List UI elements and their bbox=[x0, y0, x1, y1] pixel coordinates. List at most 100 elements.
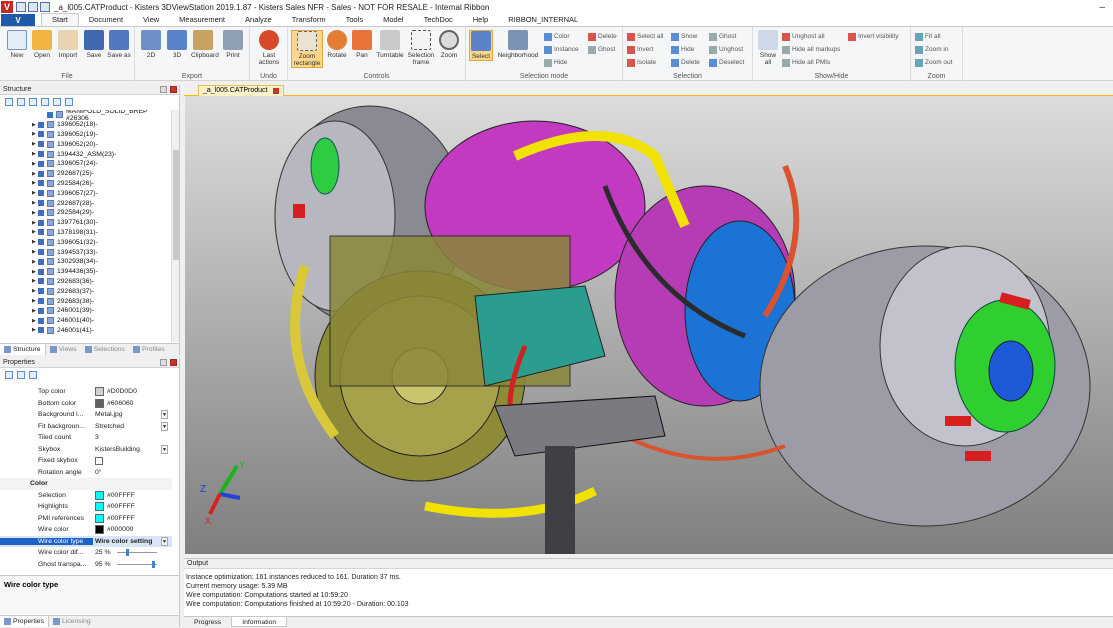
tree-item[interactable]: ▶ 1396051(32)- bbox=[0, 237, 172, 247]
property-row[interactable]: Rotation angle 0° bbox=[0, 467, 172, 479]
property-row[interactable]: Skybox KistersBuilding ▼ bbox=[0, 444, 172, 456]
visibility-checkbox[interactable] bbox=[38, 121, 44, 128]
property-row[interactable]: Background i... Metal.jpg ▼ bbox=[0, 409, 172, 421]
pan-button[interactable]: Pan bbox=[350, 30, 374, 59]
fit-all-button[interactable]: Fit all bbox=[915, 31, 941, 42]
neighborhood-button[interactable]: Neighborhood bbox=[496, 30, 540, 59]
zoom-out-button[interactable]: Zoom out bbox=[915, 57, 952, 68]
tab-measurement[interactable]: Measurement bbox=[169, 14, 235, 26]
quick-open-icon[interactable] bbox=[28, 2, 38, 12]
tab-selections[interactable]: Selections bbox=[81, 344, 129, 355]
tree-item[interactable]: ▶ 1396052(20)- bbox=[0, 139, 172, 149]
tab-view[interactable]: View bbox=[133, 14, 169, 26]
close-tab-icon[interactable] bbox=[273, 88, 280, 94]
export-2d-button[interactable]: 2D bbox=[139, 30, 163, 59]
clipboard-button[interactable]: Clipboard bbox=[191, 30, 219, 59]
zoom-button[interactable]: Zoom bbox=[437, 30, 461, 59]
tab-progress[interactable]: Progress bbox=[184, 617, 231, 627]
teal-bracket[interactable] bbox=[474, 285, 606, 387]
quick-customize-icon[interactable] bbox=[40, 2, 50, 12]
visibility-checkbox[interactable] bbox=[38, 131, 44, 138]
front-flange[interactable] bbox=[494, 395, 666, 554]
property-value[interactable]: #D0D0D0 bbox=[93, 386, 172, 398]
property-value[interactable] bbox=[93, 455, 172, 467]
tab-views[interactable]: Views bbox=[46, 344, 81, 355]
color-swatch[interactable] bbox=[95, 387, 104, 397]
property-row[interactable]: Wire color dif... 25 % bbox=[0, 547, 172, 559]
property-value[interactable]: #000000 bbox=[93, 524, 172, 536]
value-slider[interactable] bbox=[116, 549, 157, 557]
property-value[interactable]: Wire color setting ▼ bbox=[93, 536, 172, 548]
categorized-icon[interactable] bbox=[5, 370, 13, 379]
visibility-checkbox[interactable] bbox=[38, 229, 44, 236]
tab-document[interactable]: Document bbox=[79, 14, 133, 26]
property-value[interactable]: 0° bbox=[93, 467, 172, 479]
visibility-checkbox[interactable] bbox=[38, 268, 44, 275]
tree-item[interactable]: ▶ 292584(29)- bbox=[0, 208, 172, 218]
expand-icon[interactable] bbox=[5, 97, 13, 106]
visibility-checkbox[interactable] bbox=[38, 219, 44, 226]
mode-delete-button[interactable]: Delete bbox=[588, 31, 617, 42]
open-button[interactable]: Open bbox=[30, 30, 54, 59]
visibility-checkbox[interactable] bbox=[38, 288, 44, 295]
property-value[interactable]: 95 % bbox=[93, 559, 172, 571]
close-icon[interactable] bbox=[170, 359, 177, 366]
pin-icon[interactable] bbox=[160, 359, 167, 366]
invert-button[interactable]: Invert bbox=[627, 44, 653, 55]
tree-item[interactable]: ▶ 292683(37)- bbox=[0, 286, 172, 296]
chevron-down-icon[interactable]: ▼ bbox=[161, 421, 168, 431]
mode-hide-button[interactable]: Hide bbox=[544, 57, 567, 68]
tab-information[interactable]: Information bbox=[231, 617, 288, 627]
property-value[interactable]: #00FFFF bbox=[93, 490, 172, 502]
property-value[interactable]: 25 % bbox=[93, 547, 172, 559]
tree-item[interactable]: ▶ 1394537(33)- bbox=[0, 247, 172, 257]
property-row[interactable]: Selection #00FFFF bbox=[0, 490, 172, 502]
new-button[interactable]: New bbox=[5, 30, 29, 59]
tree-item[interactable]: ▶ 1394432_ASM(23)- bbox=[0, 149, 172, 159]
property-row[interactable]: Wire color type Wire color setting ▼ bbox=[0, 535, 172, 548]
print-button[interactable]: Print bbox=[221, 30, 245, 59]
tree-item[interactable]: ▶ 246001(40)- bbox=[0, 316, 172, 326]
visibility-checkbox[interactable] bbox=[38, 327, 44, 334]
property-value[interactable]: #00FFFF bbox=[93, 513, 172, 525]
chevron-down-icon[interactable]: ▼ bbox=[161, 444, 168, 454]
tab-start[interactable]: Start bbox=[41, 13, 79, 26]
visibility-checkbox[interactable] bbox=[38, 180, 44, 187]
app-menu-button[interactable]: V bbox=[1, 14, 35, 26]
tree-item[interactable]: ▶ 292584(26)- bbox=[0, 179, 172, 189]
visibility-checkbox[interactable] bbox=[38, 298, 44, 305]
mode-instance-button[interactable]: Instance bbox=[544, 44, 579, 55]
tree-item[interactable]: ▶ 1378198(31)- bbox=[0, 228, 172, 238]
property-value[interactable]: Metal.jpg ▼ bbox=[93, 409, 172, 421]
export-3d-button[interactable]: 3D bbox=[165, 30, 189, 59]
tree-item[interactable]: ▶ 246001(39)- bbox=[0, 306, 172, 316]
quick-save-icon[interactable] bbox=[16, 2, 26, 12]
tab-properties[interactable]: Properties bbox=[0, 616, 49, 627]
last-actions-button[interactable]: Last actions bbox=[257, 30, 281, 66]
tree-item-root[interactable]: MANIFOLD_SOLID_BREP #26306 bbox=[0, 110, 172, 122]
color-swatch[interactable] bbox=[95, 490, 104, 500]
tree-item[interactable]: ▶ 1394436(35)- bbox=[0, 267, 172, 277]
save-as-button[interactable]: Save as bbox=[107, 30, 131, 59]
visibility-checkbox[interactable] bbox=[38, 160, 44, 167]
visibility-checkbox[interactable] bbox=[38, 209, 44, 216]
tree-view-icon[interactable] bbox=[53, 97, 61, 106]
visibility-checkbox[interactable] bbox=[38, 278, 44, 285]
pin-icon[interactable] bbox=[160, 86, 167, 93]
slider-knob[interactable] bbox=[151, 560, 155, 568]
tab-transform[interactable]: Transform bbox=[282, 14, 336, 26]
visibility-checkbox[interactable] bbox=[38, 317, 44, 324]
engine-model[interactable]: Z Y X bbox=[185, 96, 1113, 554]
tree-scrollbar[interactable] bbox=[171, 110, 179, 342]
tab-model[interactable]: Model bbox=[373, 14, 413, 26]
tree-item[interactable]: ▶ 246001(41)- bbox=[0, 326, 172, 336]
property-value[interactable]: #606060 bbox=[93, 398, 172, 410]
minimize-icon[interactable]: – bbox=[1099, 2, 1105, 13]
hide-all-markups-button[interactable]: Hide all markups bbox=[782, 44, 840, 55]
tree-item[interactable]: ▶ 1397761(30)- bbox=[0, 218, 172, 228]
tree-item[interactable]: ▶ 292687(25)- bbox=[0, 169, 172, 179]
ghost-button[interactable]: Ghost bbox=[709, 31, 736, 42]
tab-techdoc[interactable]: TechDoc bbox=[414, 14, 463, 26]
collapse-all-icon[interactable] bbox=[41, 97, 49, 106]
select-all-button[interactable]: Select all bbox=[627, 31, 663, 42]
